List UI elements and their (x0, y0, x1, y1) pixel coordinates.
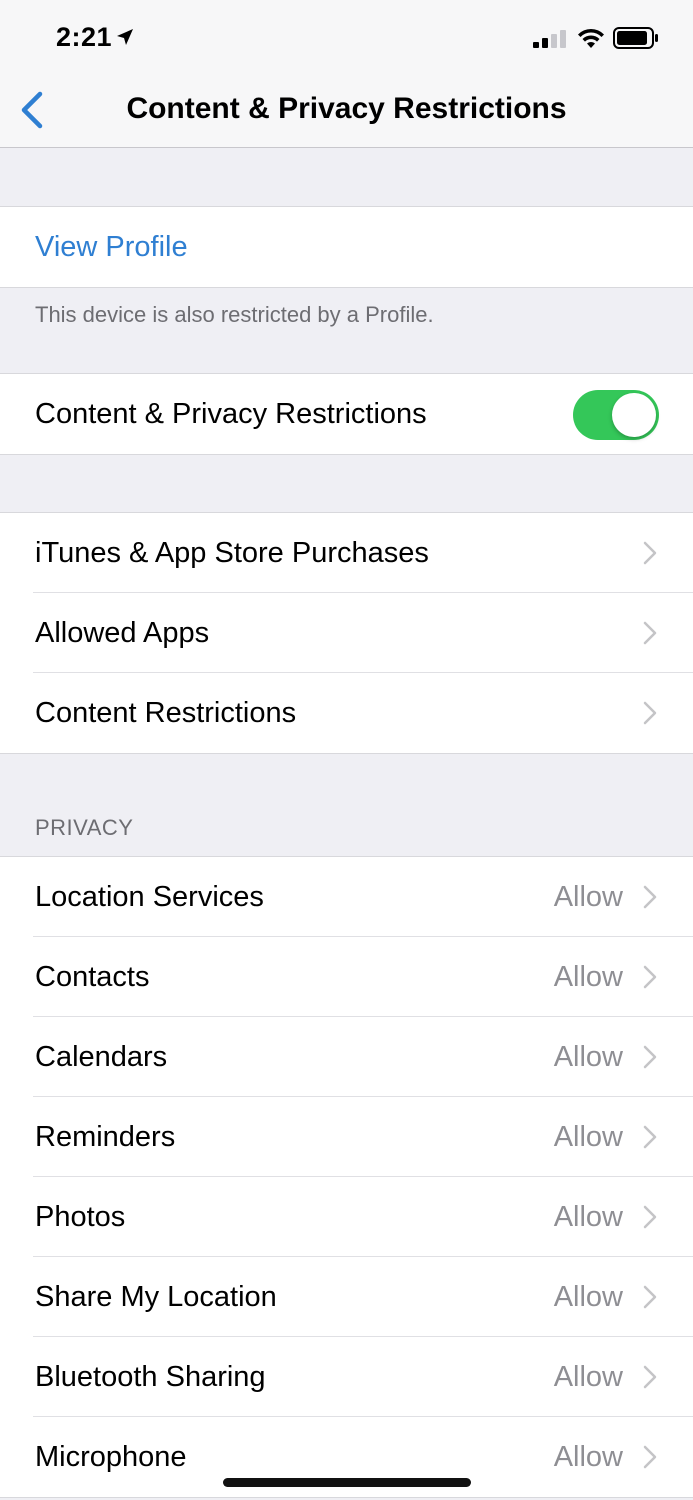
list-item-bluetooth-sharing[interactable]: Bluetooth Sharing Allow (0, 1337, 693, 1417)
status-bar: 2:21 (0, 0, 693, 72)
privacy-section-header: PRIVACY (35, 815, 134, 840)
chevron-right-icon (643, 541, 657, 565)
list-item-reminders[interactable]: Reminders Allow (0, 1097, 693, 1177)
row-value: Allow (553, 1281, 623, 1313)
row-value: Allow (553, 881, 623, 913)
chevron-right-icon (643, 701, 657, 725)
store-group: iTunes & App Store Purchases Allowed App… (0, 512, 693, 754)
row-value: Allow (553, 1041, 623, 1073)
toggle-knob (612, 393, 656, 437)
list-item-photos[interactable]: Photos Allow (0, 1177, 693, 1257)
chevron-right-icon (643, 1125, 657, 1149)
row-label: Photos (35, 1201, 126, 1233)
chevron-right-icon (643, 965, 657, 989)
content-privacy-toggle-row: Content & Privacy Restrictions (0, 374, 693, 454)
list-item-location-services[interactable]: Location Services Allow (0, 857, 693, 937)
row-label: Reminders (35, 1121, 176, 1153)
cellular-signal-icon (533, 30, 566, 48)
profile-footnote: This device is also restricted by a Prof… (35, 302, 434, 327)
view-profile-row[interactable]: View Profile (0, 207, 693, 287)
list-item-content-restrictions[interactable]: Content Restrictions (0, 673, 693, 753)
row-label: iTunes & App Store Purchases (35, 537, 429, 569)
view-profile-link[interactable]: View Profile (35, 207, 188, 287)
row-value: Allow (553, 1361, 623, 1393)
list-item-contacts[interactable]: Contacts Allow (0, 937, 693, 1017)
row-value: Allow (553, 1201, 623, 1233)
row-value: Allow (553, 1121, 623, 1153)
profile-group: View Profile (0, 206, 693, 288)
row-label: Share My Location (35, 1281, 277, 1313)
chevron-right-icon (643, 621, 657, 645)
chevron-right-icon (643, 1285, 657, 1309)
row-label: Content Restrictions (35, 697, 297, 729)
row-value: Allow (553, 1441, 623, 1473)
toggle-label: Content & Privacy Restrictions (35, 398, 427, 430)
home-indicator[interactable] (223, 1478, 471, 1487)
battery-icon (613, 27, 658, 49)
chevron-right-icon (643, 1045, 657, 1069)
list-item-allowed-apps[interactable]: Allowed Apps (0, 593, 693, 673)
chevron-right-icon (643, 885, 657, 909)
chevron-right-icon (643, 1365, 657, 1389)
list-item-itunes-purchases[interactable]: iTunes & App Store Purchases (0, 513, 693, 593)
master-toggle-group: Content & Privacy Restrictions (0, 373, 693, 455)
row-label: Contacts (35, 961, 150, 993)
wifi-icon (578, 28, 604, 48)
row-label: Bluetooth Sharing (35, 1361, 266, 1393)
content-privacy-toggle[interactable] (573, 390, 659, 440)
privacy-group: Location Services Allow Contacts Allow C… (0, 856, 693, 1498)
chevron-right-icon (643, 1205, 657, 1229)
row-label: Location Services (35, 881, 264, 913)
row-label: Calendars (35, 1041, 168, 1073)
location-arrow-icon (117, 29, 133, 45)
navigation-bar: Content & Privacy Restrictions (0, 72, 693, 148)
chevron-right-icon (643, 1445, 657, 1469)
page-title: Content & Privacy Restrictions (126, 92, 567, 125)
row-label: Allowed Apps (35, 617, 210, 649)
list-item-calendars[interactable]: Calendars Allow (0, 1017, 693, 1097)
row-value: Allow (553, 961, 623, 993)
status-time: 2:21 (56, 22, 113, 52)
list-item-share-my-location[interactable]: Share My Location Allow (0, 1257, 693, 1337)
row-label: Microphone (35, 1441, 187, 1473)
